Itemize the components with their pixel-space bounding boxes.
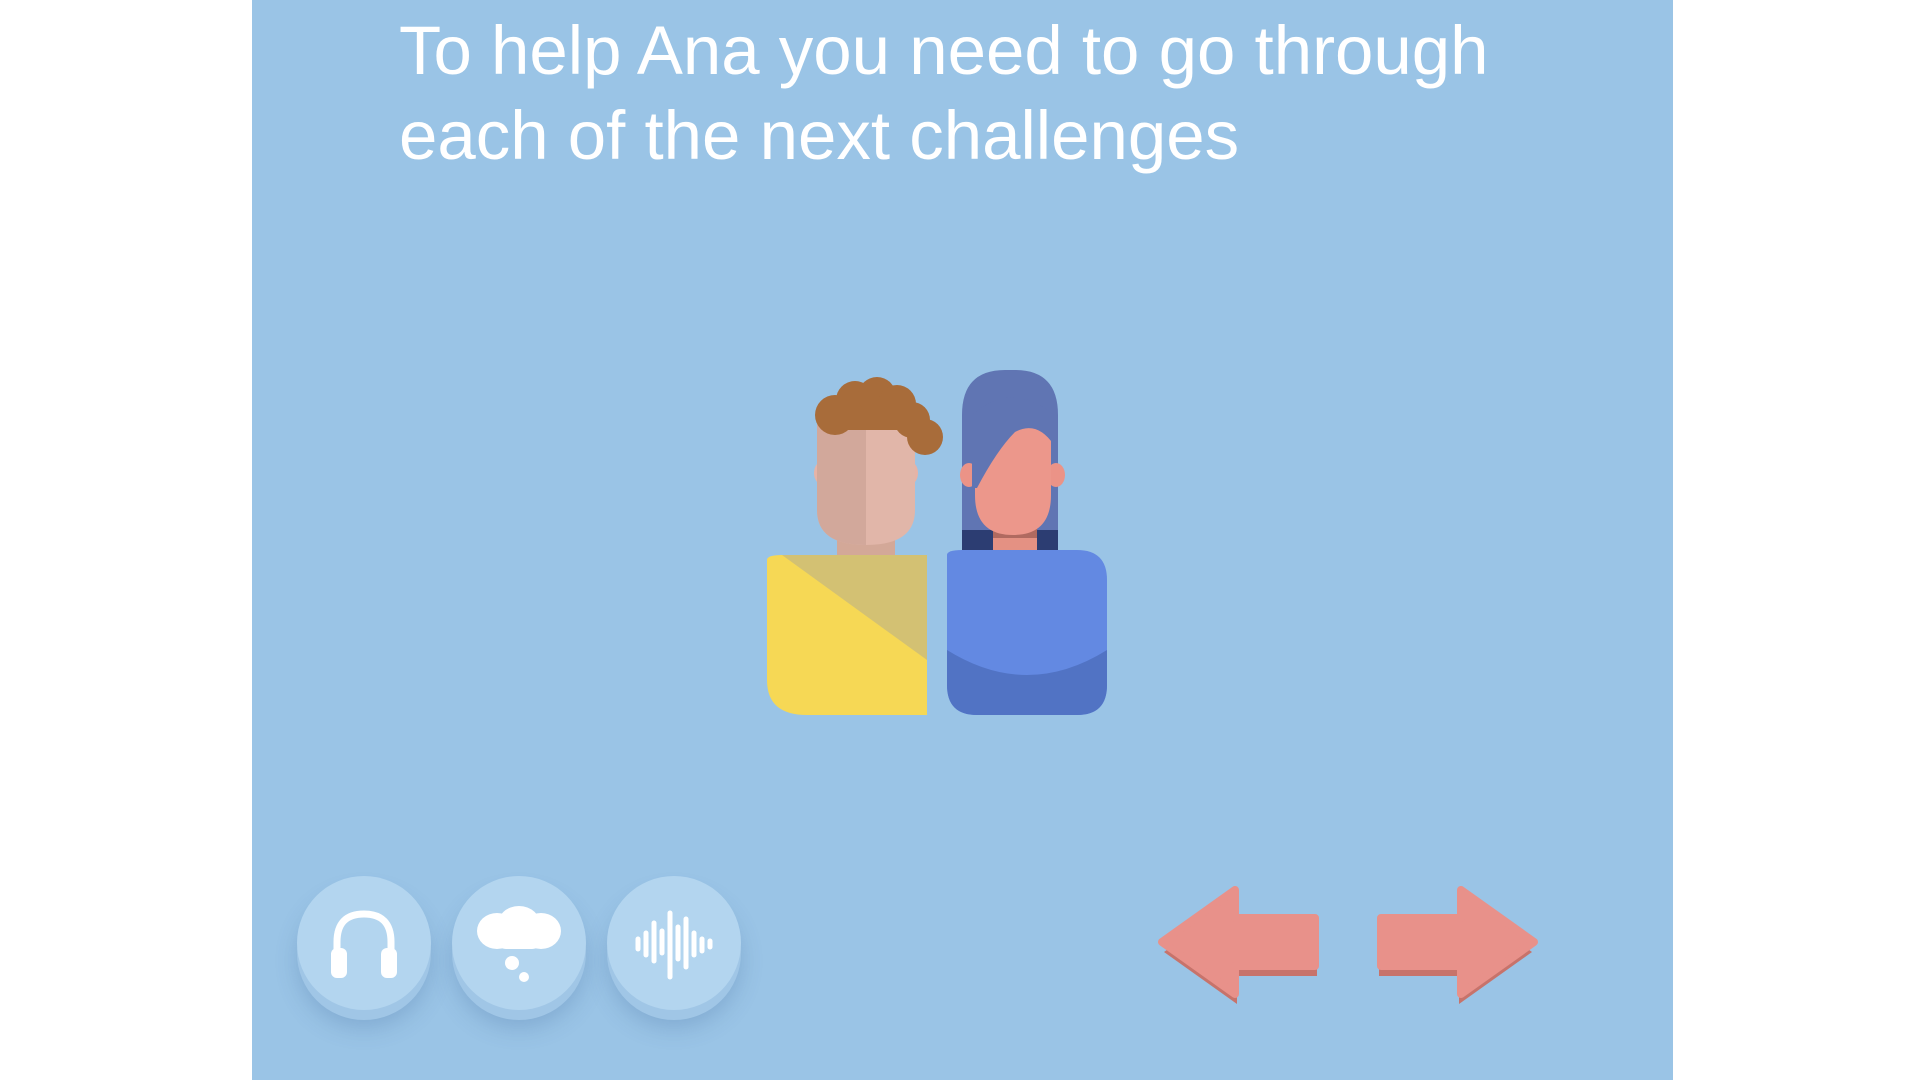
back-arrow-button[interactable] xyxy=(1157,885,1327,1005)
think-button[interactable] xyxy=(452,876,586,1010)
next-arrow-button[interactable] xyxy=(1374,885,1544,1005)
thought-bubble-icon xyxy=(477,906,561,982)
game-stage: To help Ana you need to go through each … xyxy=(252,0,1673,1080)
girl-character xyxy=(947,370,1107,715)
instruction-line-2: each of the next challenges xyxy=(399,97,1240,174)
arrow-left-icon xyxy=(1158,886,1319,1004)
characters-illustration xyxy=(767,370,1107,715)
instruction-line-1: To help Ana you need to go through xyxy=(399,12,1489,89)
sound-wave-icon xyxy=(635,910,713,980)
listen-button[interactable] xyxy=(297,876,431,1010)
speak-button[interactable] xyxy=(607,876,741,1010)
instruction-text: To help Ana you need to go through each … xyxy=(399,8,1579,178)
headphones-icon xyxy=(331,910,397,978)
boy-character xyxy=(767,377,943,715)
arrow-right-icon xyxy=(1377,886,1538,1004)
